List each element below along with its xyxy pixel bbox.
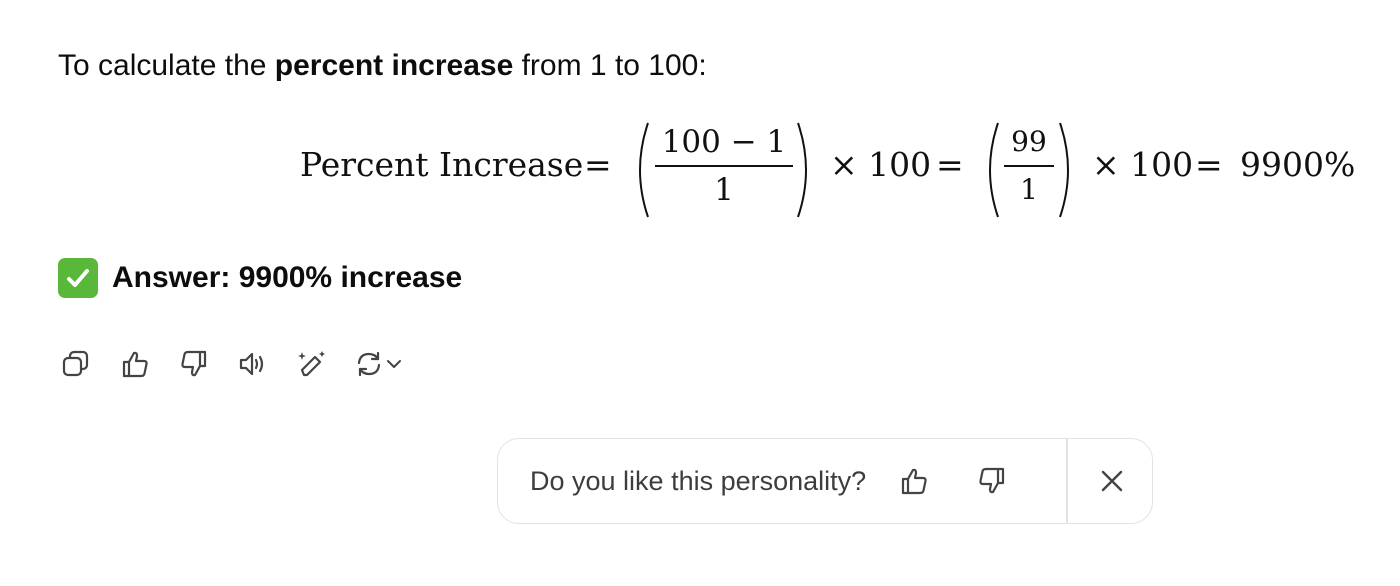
close-icon [1101,470,1123,492]
pencil-sparkle-icon [298,351,325,377]
thumbs-up-button[interactable] [117,346,153,382]
intro-text: To calculate the percent increase from 1… [58,46,707,86]
fraction-1: 100 − 1 1 [655,123,793,209]
fraction-2: 99 1 [1004,123,1054,209]
times-100-1: × 100 [830,145,932,184]
copy-icon [62,350,89,377]
edit-button[interactable] [294,346,330,382]
personality-feedback-card: Do you like this personality? [497,438,1153,524]
intro-prefix: To calculate the [58,49,275,82]
fraction-1-numerator: 100 − 1 [661,124,787,160]
thumbs-down-button[interactable] [176,346,212,382]
feedback-question: Do you like this personality? [530,465,867,496]
intro-suffix: from 1 to 100: [513,49,707,82]
formula-equals-1: = [584,145,612,184]
refresh-icon [357,351,381,377]
copy-button[interactable] [58,346,94,382]
speaker-icon [239,352,264,376]
fraction-1-denominator: 1 [714,171,734,208]
intro-bold: percent increase [274,49,514,82]
answer-text: Answer: 9900% increase [112,261,463,294]
feedback-divider [1066,438,1068,524]
right-paren-1 [797,122,807,218]
fraction-2-denominator: 1 [1020,172,1038,206]
left-paren-1 [639,122,649,218]
formula-label: Percent Increase [300,145,584,184]
feedback-thumbs-up-button[interactable] [894,461,934,501]
regenerate-button[interactable] [353,348,403,380]
fraction-2-bar [1004,165,1054,167]
fraction-2-numerator: 99 [1011,125,1047,158]
formula-equals-3: = [1195,145,1223,184]
message-actions [58,346,403,382]
formula-equals-2: = [936,145,964,184]
chevron-down-icon [387,360,401,368]
formula-result: 9900% [1240,145,1356,184]
times-100-2: × 100 [1092,145,1194,184]
feedback-close-button[interactable] [1092,461,1132,501]
feedback-thumbs-down-button[interactable] [972,461,1012,501]
formula: Percent Increase = 100 − 1 1 × 100 = 99 … [300,115,1370,225]
thumbs-down-icon [979,467,1005,494]
answer-line: Answer: 9900% increase [58,258,462,298]
thumbs-up-icon [122,351,148,378]
right-paren-2 [1059,122,1069,218]
check-mark-button-icon [58,258,98,298]
left-paren-2 [989,122,999,218]
fraction-1-bar [655,165,793,167]
thumbs-down-icon [181,350,207,377]
thumbs-up-icon [902,468,927,495]
read-aloud-button[interactable] [235,346,271,382]
